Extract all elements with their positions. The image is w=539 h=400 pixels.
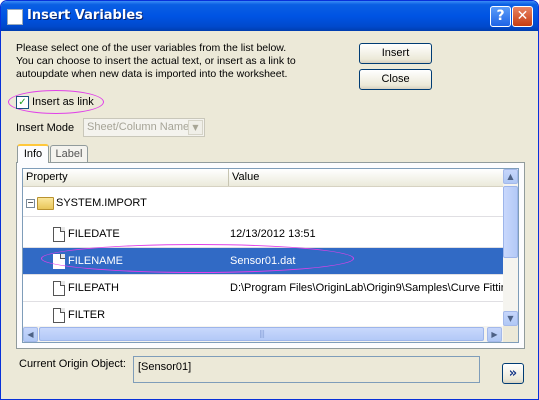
file-icon (53, 281, 65, 296)
insert-as-link-label[interactable]: Insert as link (32, 96, 94, 108)
insert-button[interactable]: Insert (359, 43, 432, 64)
property-cell: FILTER (68, 309, 106, 321)
collapse-icon[interactable]: − (26, 199, 35, 208)
property-cell: FILEDATE (68, 228, 120, 240)
help-button[interactable]: ? (490, 6, 511, 27)
horizontal-scrollbar[interactable]: ◀ ||| ▶ (23, 326, 503, 342)
tab-info[interactable]: Info (17, 144, 49, 163)
close-button[interactable]: Close (359, 69, 432, 90)
scrollbar-corner (503, 326, 518, 342)
file-icon (53, 227, 65, 242)
insert-mode-value: Sheet/Column Name (87, 121, 190, 133)
instructions-line: autoupdate when new data is imported int… (16, 68, 288, 80)
file-icon (53, 308, 65, 323)
title-bar[interactable]: Insert Variables ? ✕ (1, 1, 538, 31)
insert-mode-label: Insert Mode (16, 122, 75, 134)
column-header-value[interactable]: Value (229, 169, 503, 186)
vertical-scrollbar[interactable]: ▲ ▼ (503, 169, 518, 326)
highlight-ellipse-filename (41, 244, 354, 273)
scroll-down-icon[interactable]: ▼ (503, 311, 518, 326)
insert-mode-select: Sheet/Column Name ▼ (83, 118, 205, 137)
value-cell: 12/13/2012 13:51 (230, 228, 316, 240)
table-row[interactable]: FILEDATE 12/13/2012 13:51 (23, 221, 503, 248)
current-object-label: Current Origin Object: (19, 358, 126, 370)
close-window-button[interactable]: ✕ (512, 6, 533, 27)
scroll-up-icon[interactable]: ▲ (503, 169, 518, 184)
expand-more-button[interactable]: » (502, 363, 524, 384)
instructions-text: Please select one of the user variables … (16, 42, 346, 81)
scroll-left-icon[interactable]: ◀ (23, 327, 38, 342)
folder-icon (37, 197, 54, 210)
column-header-property[interactable]: Property (23, 169, 229, 186)
chevron-down-icon: ▼ (188, 120, 203, 135)
property-cell: SYSTEM.IMPORT (56, 197, 147, 209)
tab-label[interactable]: Label (50, 145, 88, 162)
scroll-right-icon[interactable]: ▶ (487, 327, 502, 342)
value-cell: D:\Program Files\OriginLab\Origin9\Sampl… (230, 282, 517, 294)
table-row[interactable]: FILEPATH D:\Program Files\OriginLab\Orig… (23, 275, 516, 302)
current-object-value: [Sensor01] (138, 361, 192, 373)
instructions-line: You can choose to insert the actual text… (16, 55, 296, 67)
table-row[interactable]: − SYSTEM.IMPORT (23, 190, 503, 217)
vertical-scroll-thumb[interactable] (503, 186, 518, 258)
instructions-line: Please select one of the user variables … (16, 42, 287, 54)
property-cell: FILEPATH (68, 282, 119, 294)
dialog-title: Insert Variables (27, 8, 143, 23)
current-object-field: [Sensor01] (133, 356, 480, 383)
table-row[interactable]: FILTER (23, 302, 503, 329)
insert-variables-dialog: Insert Variables ? ✕ Please select one o… (0, 0, 539, 400)
grid-header: Property Value (23, 169, 503, 187)
horizontal-scroll-thumb[interactable]: ||| (39, 327, 484, 341)
insert-as-link-checkbox[interactable]: ✓ (16, 96, 29, 109)
app-icon (7, 9, 23, 25)
